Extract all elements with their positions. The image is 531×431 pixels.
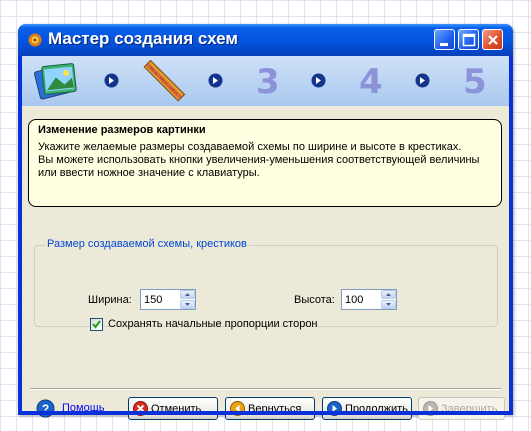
width-input[interactable]: [141, 290, 184, 309]
arrow-down-icon: [185, 303, 190, 306]
cancel-button[interactable]: Отменить: [128, 397, 218, 420]
step-5-number: 5: [463, 62, 487, 102]
minimize-icon: [440, 43, 448, 46]
keep-proportions-label[interactable]: Сохранять начальные пропорции сторон: [108, 318, 318, 330]
step-arrow-icon: [104, 73, 119, 88]
window-title: Мастер создания схем: [48, 29, 238, 48]
step-4-number: 4: [359, 62, 383, 102]
width-spinner[interactable]: [140, 289, 196, 310]
title-bar[interactable]: Мастер создания схем: [18, 24, 513, 56]
width-down-button[interactable]: [180, 300, 195, 309]
step-arrow-icon: [208, 73, 223, 88]
minimize-button[interactable]: [434, 29, 455, 50]
wizard-client-area: 3 4 5 Изменение размеров картинки Укажит…: [22, 56, 509, 420]
window-bottom-border: [18, 411, 513, 415]
step-arrow-icon: [415, 73, 430, 88]
help-icon[interactable]: ?: [36, 399, 55, 418]
height-spinner[interactable]: [341, 289, 397, 310]
keep-proportions-checkbox[interactable]: [90, 318, 103, 331]
width-up-button[interactable]: [180, 290, 195, 299]
app-flower-icon: [28, 33, 42, 47]
height-input[interactable]: [342, 290, 385, 309]
height-up-button[interactable]: [381, 290, 396, 299]
size-groupbox: Размер создаваемой схемы, крестиков: [34, 238, 498, 327]
height-down-button[interactable]: [381, 300, 396, 309]
step-1-picture-icon: [34, 63, 77, 100]
checkmark-icon: [92, 320, 101, 329]
width-label: Ширина:: [88, 294, 132, 306]
steps-bar: 3 4 5: [22, 56, 509, 106]
arrow-down-icon: [386, 303, 391, 306]
close-icon: [488, 35, 498, 45]
height-label: Высота:: [294, 294, 335, 306]
info-title: Изменение размеров картинки: [38, 124, 206, 136]
info-line-2: Вы можете использовать кнопки увеличения…: [38, 154, 480, 166]
close-button[interactable]: [482, 29, 503, 50]
height-spin-buttons[interactable]: [381, 290, 396, 309]
footer-divider: [30, 388, 501, 390]
width-spin-buttons[interactable]: [180, 290, 195, 309]
info-line-1: Укажите желаемые размеры создаваемой схе…: [38, 141, 462, 153]
step-2-ruler-icon: [143, 59, 186, 102]
arrow-up-icon: [185, 293, 190, 296]
info-line-3: или ввести ножное значение с клавиатуры.: [38, 167, 260, 179]
wizard-window: Мастер создания схем 3 4 5 Изменение раз…: [18, 24, 513, 420]
step-3-number: 3: [256, 62, 280, 102]
info-panel: Изменение размеров картинки Укажите жела…: [28, 119, 502, 207]
finish-button[interactable]: Завершить: [418, 397, 505, 420]
step-arrow-icon: [311, 73, 326, 88]
size-group-label: Размер создаваемой схемы, крестиков: [45, 238, 249, 250]
back-button[interactable]: Вернуться: [225, 397, 315, 420]
maximize-button[interactable]: [458, 29, 479, 50]
next-button[interactable]: Продолжить: [322, 397, 412, 420]
maximize-icon: [462, 33, 476, 47]
arrow-up-icon: [386, 293, 391, 296]
